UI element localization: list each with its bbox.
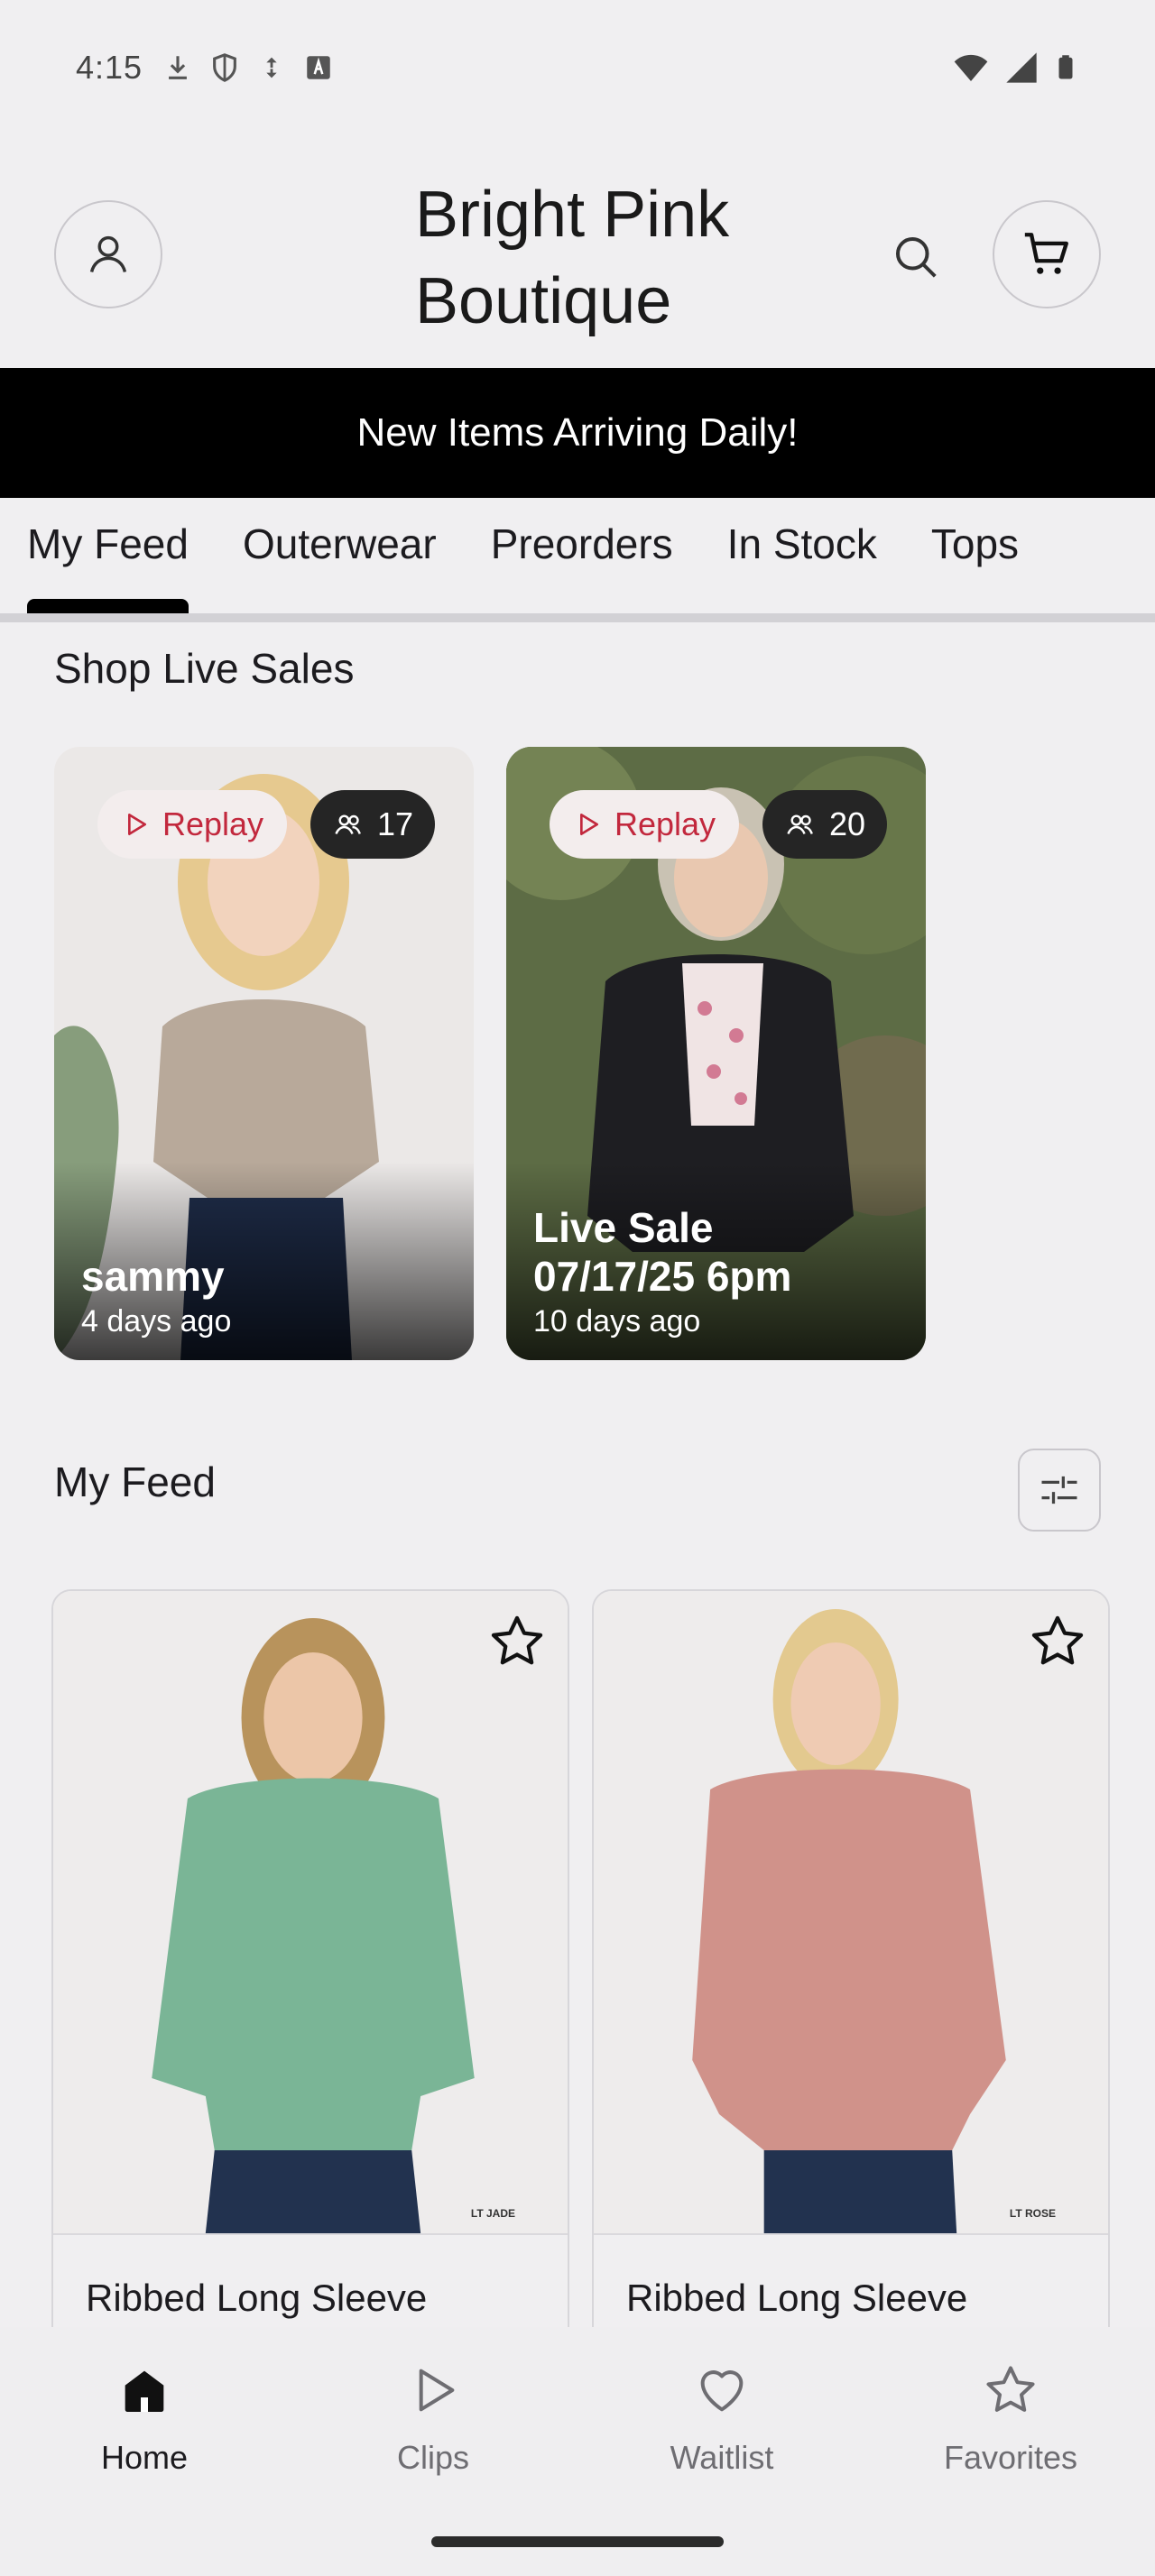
product-name: Ribbed Long Sleeve: [86, 2277, 428, 2319]
download-icon: [169, 56, 187, 79]
nav-home[interactable]: Home: [0, 2327, 289, 2576]
replay-badge[interactable]: Replay: [97, 790, 288, 859]
play-outline-icon: [128, 814, 146, 835]
category-tabs: My Feed Outerwear Preorders In Stock Top…: [0, 498, 1155, 622]
tab-in-stock[interactable]: In Stock: [700, 498, 904, 613]
viewers-icon: [335, 814, 361, 834]
product-name: Ribbed Long Sleeve: [626, 2277, 968, 2319]
keyboard-a-icon: [307, 56, 330, 79]
cart-icon: [1024, 233, 1068, 274]
status-system-icons: [951, 49, 1079, 87]
nav-favorites[interactable]: Favorites: [866, 2327, 1155, 2576]
cart-button[interactable]: [993, 200, 1101, 308]
live-sales-title: Shop Live Sales: [54, 645, 355, 692]
battery-icon: [1058, 55, 1073, 79]
star-outline-icon: [491, 1615, 543, 1665]
viewer-count-badge: 17: [310, 790, 436, 859]
card-caption: sammy 4 days ago: [81, 1252, 456, 1342]
favorite-button[interactable]: [1023, 1607, 1092, 1676]
live-sale-name: Live Sale 07/17/25 6pm: [533, 1204, 792, 1300]
search-button[interactable]: [884, 225, 947, 289]
nav-label: Favorites: [943, 2439, 1078, 2476]
heart-icon: [700, 2370, 744, 2412]
viewer-count-badge: 20: [762, 790, 888, 859]
app-header: Bright Pink Boutique: [0, 135, 1155, 368]
live-sale-card[interactable]: Replay 17 sammy 4 days ago: [54, 747, 474, 1360]
status-bar: 4:15: [0, 0, 1155, 135]
replay-badge[interactable]: Replay: [550, 790, 740, 859]
home-indicator[interactable]: [431, 2536, 724, 2547]
home-icon: [125, 2370, 164, 2412]
data-saver-icon: [266, 57, 277, 78]
tab-my-feed[interactable]: My Feed: [0, 498, 216, 613]
play-outline-icon: [580, 814, 598, 835]
status-time: 4:15: [76, 49, 143, 86]
favorite-button[interactable]: [483, 1607, 551, 1676]
product-image: [53, 1591, 568, 2233]
color-tag: LT ROSE: [1009, 2207, 1056, 2220]
product-card[interactable]: LT ROSE Ribbed Long Sleeve: [592, 1589, 1110, 2365]
card-caption: Live Sale 07/17/25 6pm 10 days ago: [533, 1203, 908, 1342]
nav-label: Home: [100, 2439, 189, 2476]
divider: [594, 2233, 1108, 2235]
star-icon: [986, 2366, 1035, 2412]
live-sale-card[interactable]: Replay 20 Live Sale 07/17/25 6pm 10 days…: [506, 747, 926, 1360]
tab-preorders[interactable]: Preorders: [464, 498, 700, 613]
brand-title: Bright Pink Boutique: [415, 179, 730, 337]
viewer-count: 20: [829, 805, 866, 842]
live-sale-time: 4 days ago: [81, 1304, 232, 1339]
replay-label: Replay: [162, 805, 264, 842]
replay-label: Replay: [614, 805, 716, 842]
status-left: 4:15: [76, 49, 334, 87]
live-sale-time: 10 days ago: [533, 1304, 701, 1339]
status-notification-icons: [162, 52, 334, 83]
filter-button[interactable]: [1018, 1449, 1101, 1532]
tab-tops[interactable]: Tops: [904, 498, 1046, 613]
viewers-icon: [787, 814, 813, 834]
play-icon: [419, 2369, 455, 2412]
promo-banner: New Items Arriving Daily!: [0, 368, 1155, 498]
live-sale-name: sammy: [81, 1253, 225, 1300]
star-outline-icon: [1031, 1615, 1084, 1665]
search-icon: [896, 237, 937, 278]
signal-icon: [1006, 52, 1037, 83]
product-image: [594, 1591, 1108, 2233]
user-icon: [89, 235, 127, 272]
my-feed-title: My Feed: [54, 1458, 216, 1505]
shield-icon: [213, 53, 236, 82]
nav-label: Clips: [396, 2439, 469, 2476]
color-tag: LT JADE: [470, 2207, 515, 2220]
product-card[interactable]: LT JADE Ribbed Long Sleeve: [51, 1589, 569, 2365]
profile-button[interactable]: [54, 200, 162, 308]
wifi-icon: [954, 54, 988, 81]
divider: [53, 2233, 568, 2235]
sliders-icon: [1041, 1476, 1077, 1504]
viewer-count: 17: [377, 805, 414, 842]
nav-label: Waitlist: [670, 2439, 774, 2476]
tab-outerwear[interactable]: Outerwear: [216, 498, 464, 613]
